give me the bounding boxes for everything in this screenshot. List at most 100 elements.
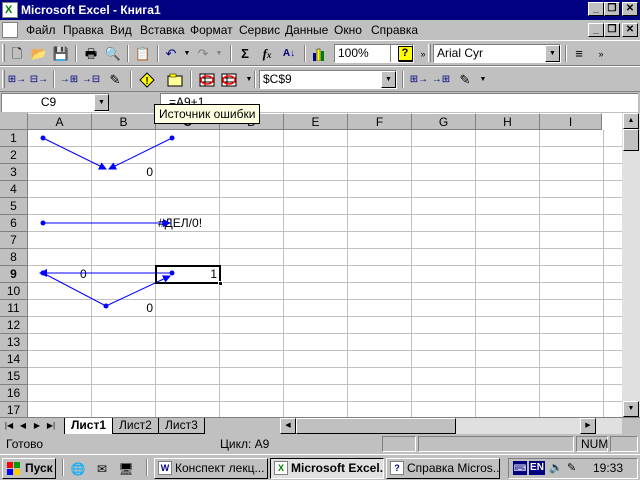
task-excel[interactable]: X Microsoft Excel... bbox=[270, 458, 384, 479]
column-header-i[interactable]: I bbox=[540, 113, 602, 130]
name-box[interactable]: C9 ▼ bbox=[1, 93, 109, 112]
scroll-down-button[interactable]: ▼ bbox=[623, 401, 639, 417]
watch-window-icon[interactable]: →⊞ bbox=[430, 70, 452, 90]
doc-close-button[interactable]: ✕ bbox=[622, 23, 638, 37]
sort-icon[interactable]: A↓ bbox=[278, 44, 300, 64]
doc-minimize-button[interactable]: _ bbox=[588, 23, 604, 37]
more-buttons-icon[interactable]: » bbox=[590, 44, 612, 64]
horizontal-scrollbar[interactable]: ◀ ▶ bbox=[280, 418, 622, 434]
autosum-icon[interactable]: Σ bbox=[234, 44, 256, 64]
row-header-9[interactable]: 9 bbox=[0, 266, 28, 283]
menu-help[interactable]: Справка bbox=[371, 23, 418, 37]
task-help[interactable]: ? Справка Micros... bbox=[386, 458, 500, 479]
row-header-14[interactable]: 14 bbox=[0, 351, 28, 368]
menu-format[interactable]: Формат bbox=[190, 23, 233, 37]
scroll-right-button[interactable]: ▶ bbox=[580, 418, 596, 434]
close-button[interactable]: ✕ bbox=[622, 2, 638, 16]
row-header-15[interactable]: 15 bbox=[0, 368, 28, 385]
row-header-17[interactable]: 17 bbox=[0, 402, 28, 417]
internet-explorer-icon[interactable]: 🌐 bbox=[70, 461, 86, 477]
menu-edit[interactable]: Правка bbox=[63, 23, 104, 37]
remove-dependents-icon[interactable]: →⊟ bbox=[80, 70, 102, 90]
menu-file[interactable]: Файл bbox=[26, 23, 56, 37]
menu-window[interactable]: Окно bbox=[334, 23, 362, 37]
show-desktop-icon[interactable]: 🖥 bbox=[118, 461, 134, 477]
vertical-scrollbar[interactable]: ▲ ▼ bbox=[622, 113, 640, 417]
prev-sheet-icon[interactable]: ◀ bbox=[16, 419, 30, 433]
column-header-b[interactable]: B bbox=[92, 113, 156, 130]
row-header-5[interactable]: 5 bbox=[0, 198, 28, 215]
trace-error-icon[interactable]: ! bbox=[136, 70, 158, 90]
cell-b11[interactable]: 0 bbox=[92, 300, 156, 317]
chevron-down-icon[interactable]: ▼ bbox=[472, 70, 494, 90]
cell-ref-combo[interactable]: $C$9 ▼ bbox=[259, 70, 397, 89]
function-icon[interactable]: fx bbox=[256, 44, 278, 64]
row-header-11[interactable]: 11 bbox=[0, 300, 28, 317]
h-scroll-thumb[interactable] bbox=[296, 418, 456, 434]
chevron-down-icon[interactable]: ▼ bbox=[545, 45, 560, 62]
row-header-12[interactable]: 12 bbox=[0, 317, 28, 334]
clear-circles-icon[interactable] bbox=[218, 70, 240, 90]
maximize-button[interactable]: ❐ bbox=[604, 2, 620, 16]
scroll-thumb[interactable] bbox=[623, 129, 639, 151]
menu-insert[interactable]: Вставка bbox=[140, 23, 185, 37]
row-header-13[interactable]: 13 bbox=[0, 334, 28, 351]
column-header-h[interactable]: H bbox=[476, 113, 540, 130]
fill-handle[interactable] bbox=[218, 281, 223, 286]
excel-icon[interactable]: X bbox=[2, 2, 18, 18]
language-indicator[interactable]: EN bbox=[529, 461, 545, 475]
row-header-8[interactable]: 8 bbox=[0, 249, 28, 266]
row-header-7[interactable]: 7 bbox=[0, 232, 28, 249]
workbook-icon[interactable] bbox=[2, 22, 18, 38]
selected-cell-c9[interactable] bbox=[155, 265, 223, 286]
new-icon[interactable]: 🗋 bbox=[6, 44, 28, 64]
doc-restore-button[interactable]: ❐ bbox=[604, 23, 620, 37]
chevron-down-icon[interactable]: ▼ bbox=[381, 71, 396, 88]
scroll-up-button[interactable]: ▲ bbox=[623, 113, 639, 129]
row-header-4[interactable]: 4 bbox=[0, 181, 28, 198]
paste-icon[interactable]: 📋 bbox=[132, 44, 154, 64]
chart-wizard-icon[interactable] bbox=[309, 44, 331, 64]
column-header-g[interactable]: G bbox=[412, 113, 476, 130]
start-button[interactable]: Пуск bbox=[2, 458, 56, 479]
trace-precedents-icon[interactable]: ⊞→ bbox=[6, 70, 28, 90]
trace-dependents-icon[interactable]: →⊞ bbox=[58, 70, 80, 90]
print-preview-icon[interactable]: 🔍 bbox=[102, 44, 124, 64]
worksheet-grid[interactable]: ABCDEFGHI 1234567891011121314151617 0 #Д… bbox=[0, 113, 622, 417]
scroll-left-button[interactable]: ◀ bbox=[280, 418, 296, 434]
first-sheet-icon[interactable]: |◀ bbox=[2, 419, 16, 433]
menu-data[interactable]: Данные bbox=[285, 23, 328, 37]
menu-view[interactable]: Вид bbox=[110, 23, 132, 37]
new-comment-icon[interactable] bbox=[164, 70, 186, 90]
circle-invalid-icon[interactable] bbox=[196, 70, 218, 90]
last-sheet-icon[interactable]: ▶| bbox=[44, 419, 58, 433]
next-sheet-icon[interactable]: ▶ bbox=[30, 419, 44, 433]
outlook-icon[interactable]: ✉ bbox=[94, 461, 110, 477]
font-select[interactable]: Arial Cyr ▼ bbox=[433, 44, 561, 63]
print-icon[interactable]: 🖶 bbox=[80, 44, 102, 64]
chevron-down-icon[interactable]: ▼ bbox=[94, 94, 109, 111]
align-icon[interactable]: ≡ bbox=[568, 44, 590, 64]
row-header-2[interactable]: 2 bbox=[0, 147, 28, 164]
row-header-3[interactable]: 3 bbox=[0, 164, 28, 181]
redo-dropdown-icon[interactable]: ▼ bbox=[208, 44, 230, 64]
remove-precedents-icon[interactable]: ⊟→ bbox=[28, 70, 50, 90]
cell-c6[interactable]: #ДЕЛ/0! bbox=[158, 215, 238, 232]
tab-sheet2[interactable]: Лист2 bbox=[112, 418, 159, 434]
chevron-down-icon[interactable]: ▼ bbox=[238, 70, 260, 90]
tab-sheet3[interactable]: Лист3 bbox=[158, 418, 205, 434]
menu-tools[interactable]: Сервис bbox=[239, 23, 280, 37]
remove-all-arrows-icon[interactable]: ✎ bbox=[104, 70, 126, 90]
show-watch-icon[interactable]: ⊞→ bbox=[408, 70, 430, 90]
column-header-f[interactable]: F bbox=[348, 113, 412, 130]
tab-sheet1[interactable]: Лист1 bbox=[64, 418, 114, 434]
row-header-1[interactable]: 1 bbox=[0, 130, 28, 147]
keyboard-icon[interactable]: ⌨ bbox=[513, 461, 527, 475]
column-header-a[interactable]: A bbox=[28, 113, 92, 130]
volume-icon[interactable]: 🔊 bbox=[549, 461, 563, 475]
row-header-6[interactable]: 6 bbox=[0, 215, 28, 232]
row-header-10[interactable]: 10 bbox=[0, 283, 28, 300]
save-icon[interactable]: 💾 bbox=[50, 44, 72, 64]
cell-b3[interactable]: 0 bbox=[92, 164, 156, 181]
minimize-button[interactable]: _ bbox=[588, 2, 604, 16]
